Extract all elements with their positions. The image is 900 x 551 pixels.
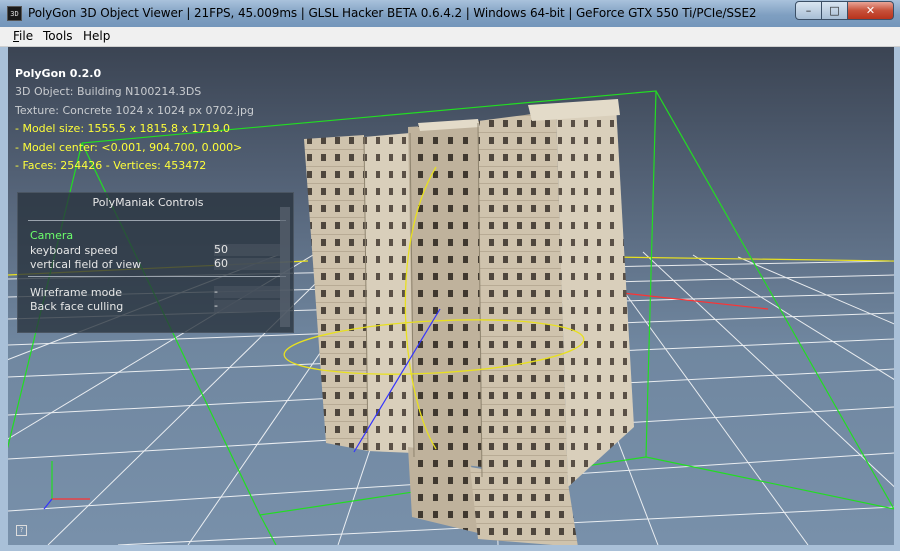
- camera-section-label: Camera: [30, 229, 74, 242]
- axis-indicator: [43, 461, 90, 510]
- app-version-label: PolyGon 0.2.0: [15, 67, 102, 80]
- wireframe-mode-label: Wireframe mode: [30, 286, 123, 299]
- menu-tools[interactable]: Tools: [43, 29, 73, 43]
- window-frame-bottom: [0, 545, 900, 551]
- maximize-button[interactable]: □: [822, 1, 848, 20]
- menu-bar: File Tools Help: [0, 27, 900, 47]
- model-center-label: - Model center: <0.001, 904.700, 0.000>: [15, 141, 243, 154]
- panel-divider-2: [28, 276, 286, 277]
- help-icon[interactable]: ?: [16, 525, 27, 536]
- fov-label: vertical field of view: [30, 258, 142, 271]
- keyboard-speed-label: keyboard speed: [30, 244, 118, 257]
- title-bar[interactable]: 3D PolyGon 3D Object Viewer | 21FPS, 45.…: [0, 0, 900, 28]
- model-size-label: - Model size: 1555.5 x 1815.8 x 1719.0: [15, 122, 230, 135]
- menu-file-rest: ile: [19, 29, 34, 43]
- backface-culling-toggle[interactable]: -: [214, 300, 280, 312]
- texture-info-label: Texture: Concrete 1024 x 1024 px 0702.jp…: [15, 104, 255, 117]
- keyboard-speed-field[interactable]: 50: [214, 244, 280, 256]
- window-title: PolyGon 3D Object Viewer | 21FPS, 45.009…: [28, 6, 757, 20]
- window-frame-right: [894, 47, 900, 551]
- 3d-viewport[interactable]: PolyGon 0.2.0 3D Object: Building N10021…: [8, 47, 894, 545]
- panel-divider: [28, 220, 286, 221]
- faces-vertices-label: - Faces: 254426 - Vertices: 453472: [15, 159, 207, 172]
- menu-help[interactable]: Help: [83, 29, 110, 43]
- close-button[interactable]: ✕: [848, 1, 894, 20]
- app-icon[interactable]: 3D: [7, 6, 22, 21]
- fov-field[interactable]: 60: [214, 258, 280, 270]
- menu-file[interactable]: File: [13, 29, 33, 43]
- polymaniak-controls-panel[interactable]: PolyManiak Controls Camera keyboard spee…: [17, 192, 294, 333]
- minimize-button[interactable]: –: [795, 1, 822, 20]
- app-window: 3D PolyGon 3D Object Viewer | 21FPS, 45.…: [0, 0, 900, 551]
- object-info-label: 3D Object: Building N100214.3DS: [15, 85, 202, 98]
- panel-scrollbar[interactable]: [280, 207, 290, 327]
- window-controls: – □ ✕: [795, 1, 894, 20]
- panel-title: PolyManiak Controls: [92, 196, 204, 209]
- backface-culling-label: Back face culling: [30, 300, 124, 313]
- building-model: [304, 99, 634, 545]
- window-frame-left: [0, 47, 8, 551]
- wireframe-mode-toggle[interactable]: -: [214, 286, 280, 298]
